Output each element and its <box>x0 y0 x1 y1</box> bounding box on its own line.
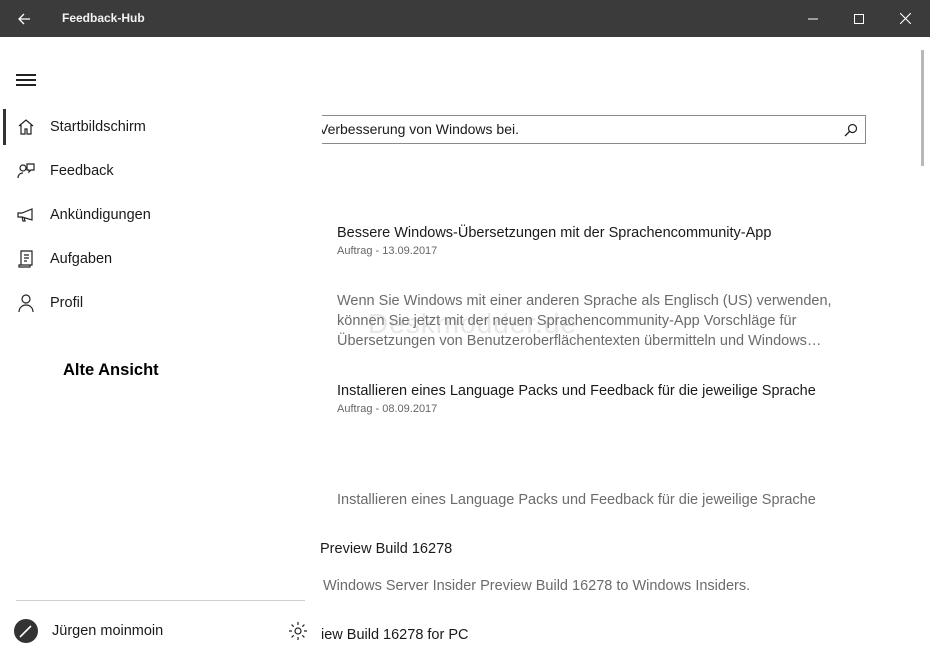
search-input[interactable] <box>322 116 822 142</box>
nav-item-profil[interactable]: Profil <box>0 281 306 325</box>
search-box[interactable] <box>322 115 866 144</box>
article-title[interactable]: iew Build 16278 for PC <box>321 627 469 643</box>
close-icon <box>899 13 911 24</box>
nav-divider <box>16 600 305 601</box>
alte-ansicht-annotation: Alte Ansicht <box>63 361 159 379</box>
title-bar: Feedback-Hub <box>0 0 930 37</box>
megaphone-icon <box>17 208 33 222</box>
user-name[interactable]: Jürgen moinmoin <box>52 619 163 643</box>
person-icon <box>18 294 34 313</box>
article-title[interactable]: Preview Build 16278 <box>320 541 452 557</box>
maximize-icon <box>854 13 864 24</box>
nav-item-ankuendigungen[interactable]: Ankündigungen <box>0 193 306 237</box>
maximize-button[interactable] <box>836 0 882 37</box>
search-icon[interactable] <box>843 122 859 138</box>
minimize-icon <box>808 18 818 19</box>
nav-item-label: Ankündigungen <box>50 207 151 223</box>
back-button[interactable] <box>0 0 48 37</box>
nav-item-label: Profil <box>50 295 84 311</box>
avatar[interactable] <box>14 619 38 643</box>
back-arrow-icon <box>18 13 30 24</box>
gear-icon[interactable] <box>288 621 308 641</box>
article-meta: Auftrag - 08.09.2017 <box>337 403 438 415</box>
navigation-pane: Startbildschirm Feedback Ankündigungen A… <box>0 37 322 661</box>
article-body: Windows Server Insider Preview Build 162… <box>323 578 751 594</box>
close-button[interactable] <box>882 0 928 37</box>
quests-icon <box>18 250 33 268</box>
scrollbar-thumb[interactable] <box>921 50 924 166</box>
pen-icon <box>19 625 32 638</box>
nav-item-label: Startbildschirm <box>50 119 146 135</box>
app-title: Feedback-Hub <box>62 11 145 25</box>
article-title[interactable]: Installieren eines Language Packs und Fe… <box>337 383 816 399</box>
hamburger-menu-icon[interactable] <box>16 74 36 88</box>
feedback-hub-window: Feedback-Hub Startbildschirm Feedback An… <box>0 0 930 661</box>
nav-item-feedback[interactable]: Feedback <box>0 149 306 193</box>
nav-item-aufgaben[interactable]: Aufgaben <box>0 237 306 281</box>
watermark: Deskmodder.de <box>368 308 578 339</box>
minimize-button[interactable] <box>790 0 836 37</box>
article-meta: Auftrag - 13.09.2017 <box>337 245 438 257</box>
feedback-icon <box>17 163 35 179</box>
article-body: Installieren eines Language Packs und Fe… <box>337 492 816 508</box>
nav-item-label: Feedback <box>50 163 114 179</box>
home-icon <box>18 119 34 135</box>
article-title[interactable]: Bessere Windows-Übersetzungen mit der Sp… <box>337 225 771 241</box>
nav-item-startbildschirm[interactable]: Startbildschirm <box>0 105 306 149</box>
nav-item-label: Aufgaben <box>50 251 113 267</box>
